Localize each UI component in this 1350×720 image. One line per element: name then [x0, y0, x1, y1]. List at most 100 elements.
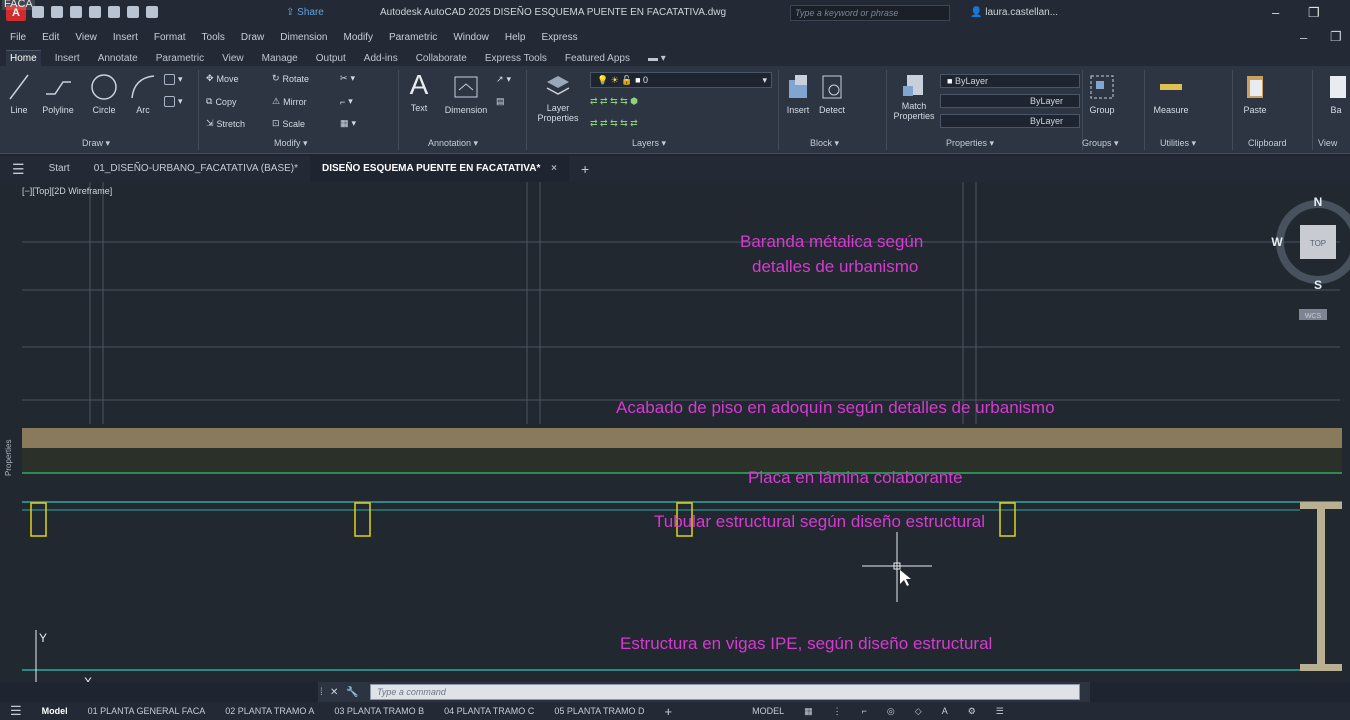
tab-output[interactable]: Output — [312, 51, 350, 66]
group-button[interactable]: Group — [1084, 72, 1120, 115]
trim-button[interactable]: ✂ ▾ — [340, 73, 355, 84]
tab-collaborate[interactable]: Collaborate — [412, 51, 471, 66]
minimize-icon[interactable]: – — [1272, 5, 1279, 20]
grid-icon[interactable]: ▦ — [794, 706, 823, 717]
viewcube-west[interactable]: W — [1271, 235, 1283, 249]
save-icon[interactable] — [70, 6, 82, 18]
customize-icon[interactable]: ☰ — [986, 706, 1014, 717]
tab-view[interactable]: View — [218, 51, 248, 66]
base-button[interactable]: Ba — [1322, 72, 1350, 115]
snap-icon[interactable]: ⋮ — [823, 706, 852, 717]
menu-insert[interactable]: Insert — [113, 32, 138, 43]
plot-icon[interactable] — [108, 6, 120, 18]
stretch-button[interactable]: ⇲ Stretch — [206, 118, 245, 129]
tab-layout-01[interactable]: 01 PLANTA GENERAL FACA — [78, 706, 216, 716]
tab-layout-02[interactable]: 02 PLANTA TRAMO A — [215, 706, 324, 716]
match-properties-button[interactable]: Match Properties — [890, 72, 938, 121]
modify-panel-label[interactable]: Modify ▾ — [274, 138, 308, 149]
properties-panel-label[interactable]: Properties ▾ — [946, 138, 994, 149]
rectangle-button[interactable]: ▾ — [164, 74, 183, 85]
line-button[interactable]: Line — [6, 72, 32, 115]
tab-express-tools[interactable]: Express Tools — [481, 51, 551, 66]
layer-dropdown[interactable]: 💡 ☀ 🔓 ■ 0 ▾ — [590, 72, 772, 88]
doc-minimize-icon[interactable]: – — [1300, 30, 1307, 45]
menu-file[interactable]: File — [10, 32, 26, 43]
workspace-gear-icon[interactable]: ⚙ — [958, 706, 986, 717]
tab-add-ins[interactable]: Add-ins — [360, 51, 402, 66]
viewcube-south[interactable]: S — [1314, 278, 1322, 292]
wrench-icon[interactable]: 🔧 — [346, 687, 358, 698]
paste-button[interactable]: Paste — [1238, 72, 1272, 115]
insert-block-button[interactable]: Insert — [780, 72, 816, 115]
menu-draw[interactable]: Draw — [241, 32, 264, 43]
tab-start[interactable]: Start — [37, 156, 82, 182]
menu-help[interactable]: Help — [505, 32, 526, 43]
groups-panel-label[interactable]: Groups ▾ — [1082, 138, 1119, 149]
ortho-icon[interactable]: ⌐ — [852, 706, 877, 716]
measure-button[interactable]: Measure — [1150, 72, 1192, 115]
layer-properties-button[interactable]: Layer Properties — [530, 72, 586, 123]
grip-icon[interactable]: ⁞ — [320, 687, 323, 698]
tab-home[interactable]: Home — [6, 50, 41, 66]
tab-featured-apps[interactable]: Featured Apps — [561, 51, 634, 66]
save-as-icon[interactable] — [89, 6, 101, 18]
block-panel-label[interactable]: Block ▾ — [810, 138, 839, 149]
tab-insert[interactable]: Insert — [51, 51, 84, 66]
dimension-button[interactable]: Dimension — [440, 72, 492, 115]
tab-layout-04[interactable]: 04 PLANTA TRAMO C — [434, 706, 544, 716]
table-button[interactable]: ▤ — [496, 96, 505, 107]
detect-button[interactable]: Detect — [814, 72, 850, 115]
clipboard-panel-label[interactable]: Clipboard — [1248, 138, 1287, 148]
osnap-icon[interactable]: ◇ — [905, 706, 932, 717]
color-dropdown[interactable]: ■ ByLayer — [940, 74, 1080, 88]
layer-tools-row-1[interactable]: ⇄ ⇄ ⇆ ⇆ ⬢ — [590, 96, 638, 107]
close-icon[interactable]: ✕ — [330, 687, 338, 698]
tab-bridge-design[interactable]: DISEÑO ESQUEMA PUENTE EN FACATATIVA* × — [310, 156, 569, 182]
layout-menu-icon[interactable]: ☰ — [0, 703, 32, 719]
hatch-button[interactable]: ▾ — [164, 96, 183, 107]
tab-layout-05[interactable]: 05 PLANTA TRAMO D — [544, 706, 654, 716]
restore-icon[interactable]: ❐ — [1308, 5, 1320, 21]
copy-button[interactable]: ⧉ Copy — [206, 96, 236, 107]
utilities-panel-label[interactable]: Utilities ▾ — [1160, 138, 1196, 149]
view-panel-label[interactable]: View — [1318, 138, 1337, 148]
menu-tools[interactable]: Tools — [202, 32, 225, 43]
drawing-viewport[interactable]: Y X TOP N S W WCS [−][Top][2D Wireframe]… — [0, 182, 1350, 682]
open-icon[interactable] — [51, 6, 63, 18]
close-icon[interactable]: × — [551, 163, 557, 174]
tab-layout-03[interactable]: 03 PLANTA TRAMO B — [324, 706, 434, 716]
menu-edit[interactable]: Edit — [42, 32, 59, 43]
viewport-controls[interactable]: [−][Top][2D Wireframe] — [22, 186, 112, 196]
command-input[interactable]: Type a command — [370, 684, 1080, 700]
tab-urban-design[interactable]: 01_DISEÑO-URBANO_FACATATIVA (BASE)* — [82, 156, 310, 182]
arc-button[interactable]: Arc — [128, 72, 158, 115]
draw-panel-label[interactable]: Draw ▾ — [82, 138, 110, 149]
fillet-button[interactable]: ⌐ ▾ — [340, 96, 353, 107]
new-icon[interactable] — [32, 6, 44, 18]
doc-restore-icon[interactable]: ❐ — [1330, 29, 1342, 45]
menu-dimension[interactable]: Dimension — [280, 32, 327, 43]
text-button[interactable]: A Text — [404, 70, 434, 114]
menu-format[interactable]: Format — [154, 32, 186, 43]
share-button[interactable]: ⇪ Share — [286, 7, 324, 18]
user-account[interactable]: 👤 laura.castellan... — [970, 7, 1058, 18]
tab-manage[interactable]: Manage — [258, 51, 302, 66]
polyline-button[interactable]: Polyline — [38, 72, 78, 115]
annotation-panel-label[interactable]: Annotation ▾ — [428, 138, 478, 149]
mirror-button[interactable]: ⚠ Mirror — [272, 96, 307, 107]
tab-parametric[interactable]: Parametric — [152, 51, 208, 66]
menu-parametric[interactable]: Parametric — [389, 32, 437, 43]
menu-modify[interactable]: Modify — [344, 32, 373, 43]
scale-button[interactable]: ⊡ Scale — [272, 118, 305, 129]
layers-panel-label[interactable]: Layers ▾ — [632, 138, 666, 149]
polar-icon[interactable]: ◎ — [877, 706, 905, 717]
search-input[interactable]: Type a keyword or phrase — [790, 5, 950, 21]
file-tabs-menu-icon[interactable]: ☰ — [0, 156, 37, 182]
add-layout-button[interactable]: + — [655, 704, 683, 719]
viewcube-north[interactable]: N — [1314, 195, 1323, 209]
menu-express[interactable]: Express — [541, 32, 577, 43]
tab-model[interactable]: Model — [32, 706, 78, 716]
menu-window[interactable]: Window — [453, 32, 489, 43]
properties-palette-tab[interactable]: Properties — [4, 416, 16, 476]
menu-view[interactable]: View — [75, 32, 97, 43]
